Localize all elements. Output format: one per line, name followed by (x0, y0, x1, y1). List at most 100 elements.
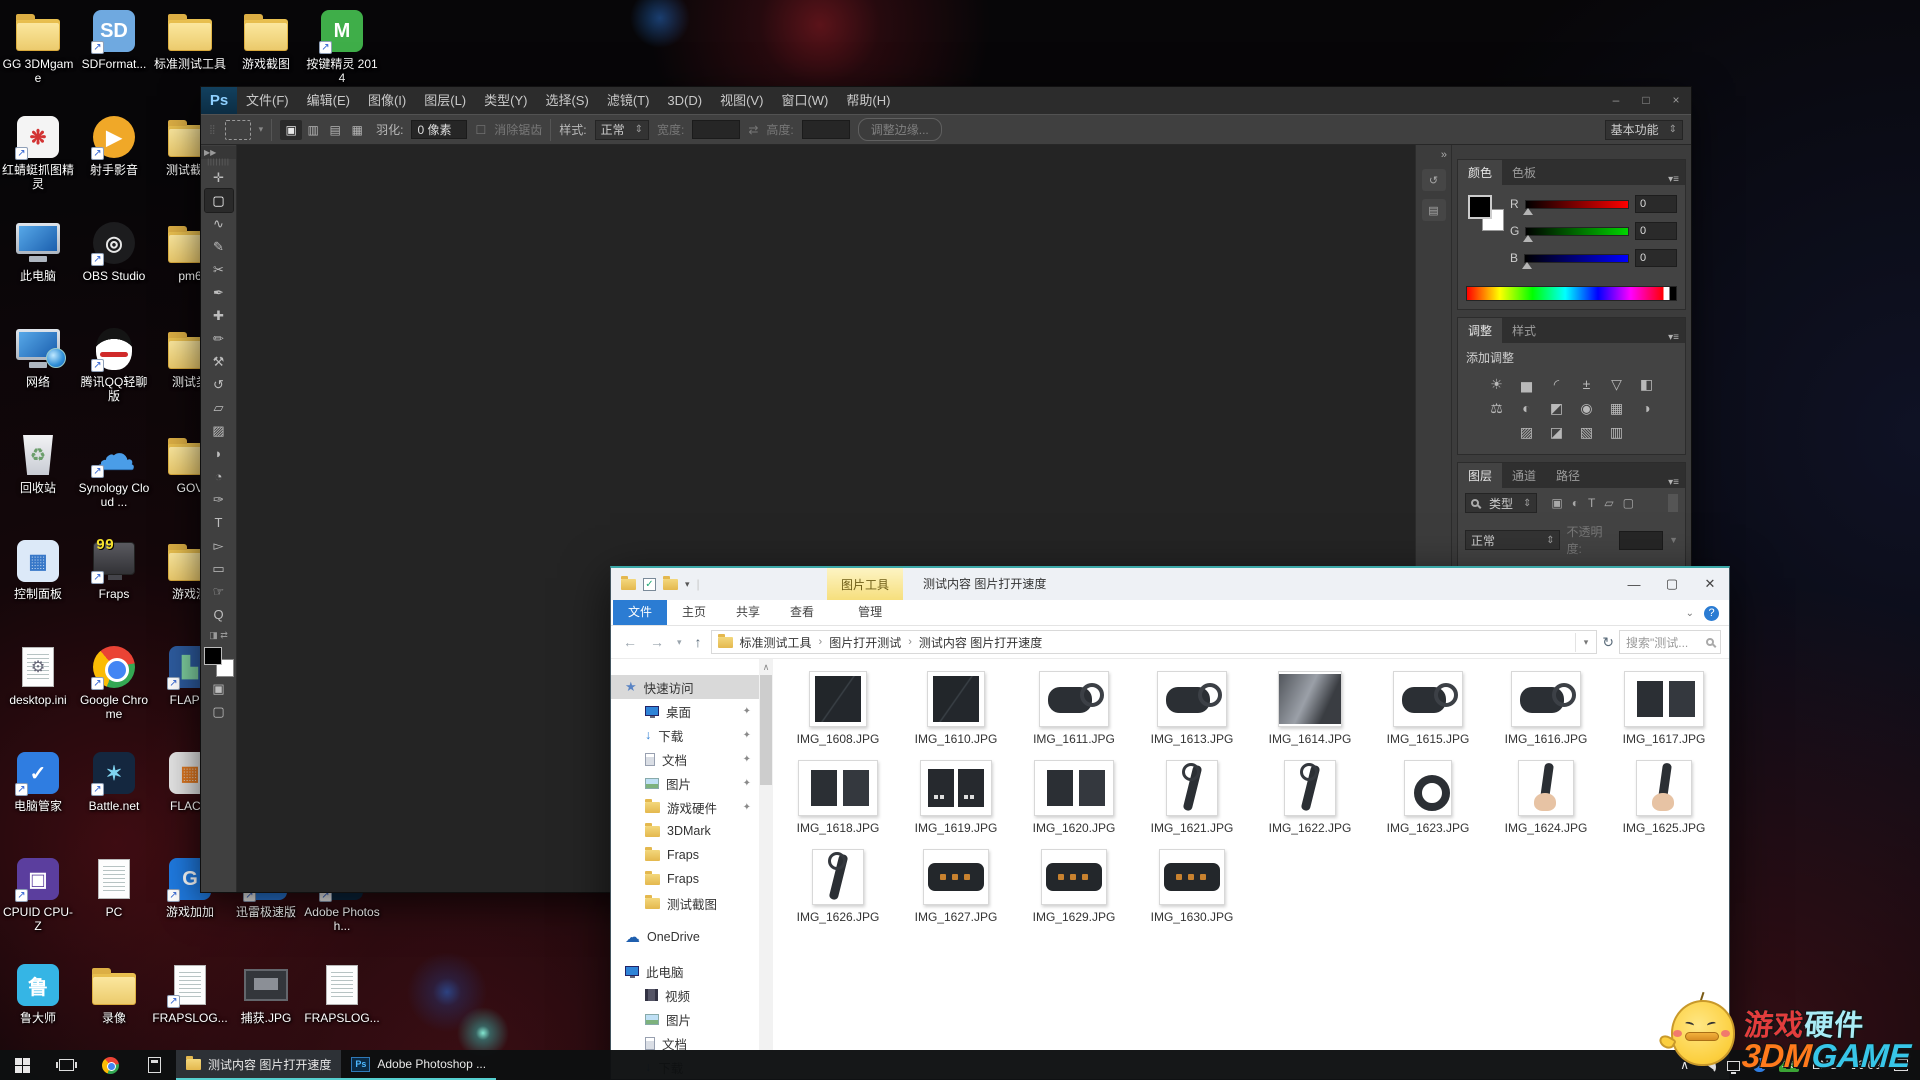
tool-icon[interactable]: ✚ (205, 304, 233, 327)
tool-icon[interactable]: ▱ (205, 396, 233, 419)
channel-slider[interactable] (1525, 227, 1629, 236)
tool-icon[interactable]: Q (205, 603, 233, 626)
desktop-icon[interactable]: ↗FRAPSLOG... (152, 962, 228, 1025)
selection-mode-icon[interactable]: ▤ (324, 120, 346, 140)
properties-panel-icon[interactable]: ▤ (1422, 199, 1446, 221)
channel-value[interactable]: 0 (1635, 249, 1677, 267)
layer-filter-select[interactable]: 类型⇕ (1465, 493, 1537, 513)
search-input[interactable]: 搜索"测试... (1619, 630, 1721, 654)
sidebar-item[interactable]: ☁OneDrive (611, 925, 759, 949)
desktop-icon[interactable]: ☁↗Synology Cloud ... (76, 432, 152, 509)
ribbon-tab-2[interactable]: 共享 (721, 598, 775, 625)
sidebar-item[interactable]: ↓下载✦ (611, 723, 759, 747)
panel-tab[interactable]: 调整 (1458, 318, 1502, 343)
task-view-button[interactable] (44, 1050, 88, 1080)
layer-filter-icon[interactable]: T (1588, 496, 1595, 510)
sidebar-item[interactable]: 图片 (611, 1007, 759, 1031)
desktop-icon[interactable]: 鲁鲁大师 (0, 962, 76, 1025)
desktop-icon[interactable]: 游戏截图 (228, 8, 304, 71)
adjustment-icon[interactable]: ▨ (1512, 420, 1542, 444)
maximize-icon[interactable]: ▢ (1653, 568, 1691, 600)
desktop-icon[interactable]: SD↗SDFormat... (76, 8, 152, 71)
chrome-taskbar-icon[interactable] (88, 1050, 132, 1080)
adjustment-icon[interactable]: ◜ (1542, 372, 1572, 396)
adjustment-icon[interactable]: ◩ (1542, 396, 1572, 420)
adjustment-icon[interactable]: ◧ (1632, 372, 1662, 396)
sidebar-item[interactable]: 3DMark (611, 819, 759, 843)
help-icon[interactable]: ? (1704, 606, 1719, 621)
file-item[interactable]: IMG_1619.JPG (897, 756, 1015, 845)
taskbar-app-button[interactable]: 测试内容 图片打开速度 (176, 1050, 341, 1080)
sidebar-item[interactable]: ★快速访问 (611, 675, 759, 699)
desktop-icon[interactable]: FRAPSLOG... (304, 962, 380, 1025)
expand-panels-icon[interactable]: » (1441, 149, 1451, 161)
desktop-icon[interactable]: M↗按键精灵 2014 (304, 8, 380, 85)
forward-icon[interactable]: → (646, 634, 668, 650)
chevron-down-icon[interactable]: ▼ (1669, 535, 1678, 545)
tool-icon[interactable]: ☞ (205, 580, 233, 603)
selection-mode-icon[interactable]: ▦ (346, 120, 368, 140)
tool-icon[interactable]: ⚒ (205, 350, 233, 373)
adjustment-icon[interactable]: ▥ (1602, 420, 1632, 444)
blend-mode-select[interactable]: 正常⇕ (1465, 530, 1560, 550)
close-icon[interactable]: ✕ (1691, 568, 1729, 600)
desktop-icon[interactable]: ◎↗OBS Studio (76, 220, 152, 283)
tool-icon[interactable]: ▢ (205, 189, 233, 212)
photoshop-menu-item[interactable]: 选择(S) (536, 87, 597, 114)
tool-icon[interactable]: ◔ (205, 465, 233, 488)
desktop-icon[interactable]: ♻回收站 (0, 432, 76, 495)
sidebar-item[interactable]: 文档✦ (611, 747, 759, 771)
file-item[interactable]: IMG_1613.JPG (1133, 667, 1251, 756)
desktop-icon[interactable]: PC (76, 856, 152, 919)
panel-tab[interactable]: 样式 (1502, 318, 1546, 343)
tool-icon[interactable]: ▻ (205, 534, 233, 557)
file-item[interactable]: IMG_1622.JPG (1251, 756, 1369, 845)
tool-icon[interactable]: ↺ (205, 373, 233, 396)
ribbon-collapse-icon[interactable]: ⌄ (1686, 608, 1694, 619)
breadcrumb-segment[interactable]: 标准测试工具 (740, 634, 812, 651)
file-item[interactable]: IMG_1629.JPG (1015, 845, 1133, 934)
desktop-icon[interactable]: ▶↗射手影音 (76, 114, 152, 177)
height-input[interactable] (802, 120, 850, 139)
feather-input[interactable]: 0 像素 (411, 120, 467, 139)
taskbar-app-button[interactable]: PsAdobe Photoshop ... (341, 1050, 496, 1080)
minimize-icon[interactable]: – (1601, 87, 1631, 114)
photoshop-menu-item[interactable]: 帮助(H) (837, 87, 899, 114)
ribbon-tab-file[interactable]: 文件 (613, 598, 667, 625)
adjustment-icon[interactable]: ◐ (1512, 396, 1542, 420)
desktop-icon[interactable]: 网络 (0, 326, 76, 389)
breadcrumb-segment[interactable]: 图片打开测试 (829, 634, 901, 651)
toolbox-expand-icon[interactable]: ▶▶ (201, 146, 236, 159)
desktop-icon[interactable]: GG 3DMgame (0, 8, 76, 85)
back-icon[interactable]: ← (619, 634, 641, 650)
scrollbar-thumb[interactable] (760, 675, 772, 785)
tool-preset-icon[interactable] (225, 120, 251, 140)
swap-dimensions-icon[interactable]: ⇄ (748, 123, 758, 137)
file-item[interactable]: IMG_1621.JPG (1133, 756, 1251, 845)
photoshop-menu-item[interactable]: 文件(F) (237, 87, 298, 114)
tool-icon[interactable]: ▨ (205, 419, 233, 442)
start-button[interactable] (0, 1050, 44, 1080)
up-icon[interactable]: ↑ (691, 634, 706, 650)
file-item[interactable]: IMG_1611.JPG (1015, 667, 1133, 756)
sidebar-item[interactable]: 游戏硬件✦ (611, 795, 759, 819)
swap-colors-icon[interactable]: ◨ ⇄ (209, 630, 228, 641)
history-panel-icon[interactable]: ↺ (1422, 169, 1446, 191)
opacity-input[interactable] (1619, 531, 1663, 550)
sidebar-item[interactable]: 视频 (611, 983, 759, 1007)
file-item[interactable]: IMG_1614.JPG (1251, 667, 1369, 756)
new-folder-icon[interactable] (663, 579, 678, 590)
channel-value[interactable]: 0 (1635, 222, 1677, 240)
file-item[interactable]: IMG_1618.JPG (779, 756, 897, 845)
desktop-icon[interactable]: ▦控制面板 (0, 538, 76, 601)
layer-filter-icon[interactable]: ▣ (1551, 496, 1562, 510)
desktop-icon[interactable]: 录像 (76, 962, 152, 1025)
panel-tab[interactable]: 通道 (1502, 463, 1546, 488)
folder-icon[interactable] (621, 579, 636, 590)
photoshop-menu-item[interactable]: 滤镜(T) (598, 87, 659, 114)
desktop-icon[interactable]: ↗腾讯QQ轻聊版 (76, 326, 152, 403)
file-item[interactable]: IMG_1623.JPG (1369, 756, 1487, 845)
adjustment-icon[interactable]: ☀ (1482, 372, 1512, 396)
sidebar-scrollbar[interactable]: ∧ (759, 659, 773, 1079)
sidebar-item[interactable]: 图片✦ (611, 771, 759, 795)
